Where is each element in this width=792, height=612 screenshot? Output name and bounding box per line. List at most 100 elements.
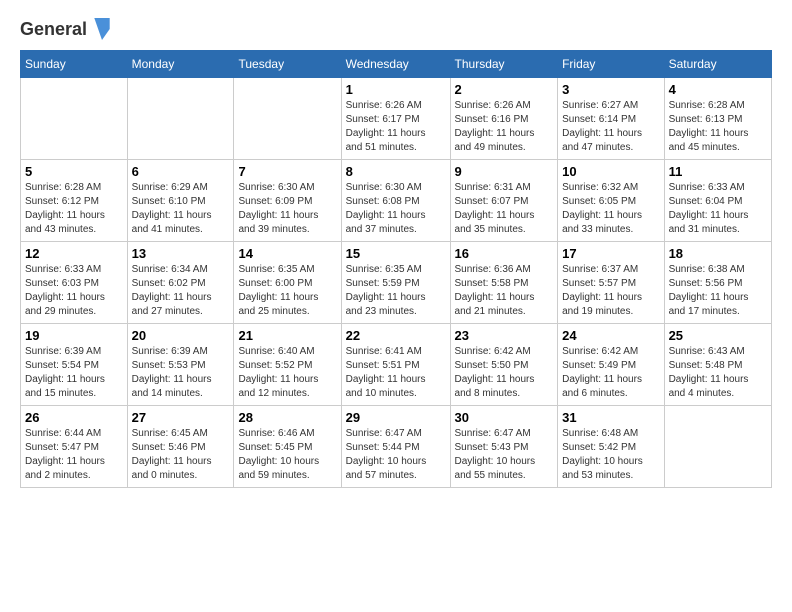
calendar-cell: 7Sunrise: 6:30 AM Sunset: 6:09 PM Daylig… xyxy=(234,160,341,242)
calendar-cell: 18 Sunrise: 6:38 AM Sunset: 5:56 PM Dayli… xyxy=(664,242,771,324)
day-number: 5 xyxy=(25,164,123,179)
day-info: Sunrise: 6:30 AM Sunset: 6:08 PM Dayligh… xyxy=(346,181,446,237)
calendar-cell: 9 Sunrise: 6:31 AM Sunset: 6:07 PM Daylig… xyxy=(450,160,558,242)
calendar-cell xyxy=(234,78,341,160)
calendar-cell: 16 Sunrise: 6:36 AM Sunset: 5:58 PM Dayli… xyxy=(450,242,558,324)
day-info: Sunrise: 6:32 AM Sunset: 6:05 PM Dayligh… xyxy=(562,181,659,237)
calendar-cell: 6 Sunrise: 6:29 AM Sunset: 6:10 PM Daylig… xyxy=(127,160,234,242)
calendar-cell: 12 Sunrise: 6:33 AM Sunset: 6:03 PM Dayli… xyxy=(21,242,128,324)
calendar-cell: 4Sunrise: 6:28 AM Sunset: 6:13 PM Daylig… xyxy=(664,78,771,160)
day-info: Sunrise: 6:42 AM Sunset: 5:49 PM Dayligh… xyxy=(562,345,659,401)
calendar-cell: 17 Sunrise: 6:37 AM Sunset: 5:57 PM Dayli… xyxy=(558,242,664,324)
calendar-cell: 15 Sunrise: 6:35 AM Sunset: 5:59 PM Dayli… xyxy=(341,242,450,324)
day-info: Sunrise: 6:44 AM Sunset: 5:47 PM Dayligh… xyxy=(25,427,123,483)
calendar-cell: 13Sunrise: 6:34 AM Sunset: 6:02 PM Dayli… xyxy=(127,242,234,324)
calendar-cell: 1 Sunrise: 6:26 AM Sunset: 6:17 PM Daylig… xyxy=(341,78,450,160)
page-header: General xyxy=(20,20,772,40)
calendar-cell: 22Sunrise: 6:41 AM Sunset: 5:51 PM Dayli… xyxy=(341,324,450,406)
calendar-cell: 19 Sunrise: 6:39 AM Sunset: 5:54 PM Dayli… xyxy=(21,324,128,406)
day-info: Sunrise: 6:29 AM Sunset: 6:10 PM Dayligh… xyxy=(132,181,230,237)
day-number: 10 xyxy=(562,164,659,179)
day-info: Sunrise: 6:45 AM Sunset: 5:46 PM Dayligh… xyxy=(132,427,230,483)
day-info: Sunrise: 6:27 AM Sunset: 6:14 PM Dayligh… xyxy=(562,99,659,155)
day-number: 27 xyxy=(132,410,230,425)
day-info: Sunrise: 6:26 AM Sunset: 6:16 PM Dayligh… xyxy=(455,99,554,155)
day-info: Sunrise: 6:42 AM Sunset: 5:50 PM Dayligh… xyxy=(455,345,554,401)
day-number: 18 xyxy=(669,246,767,261)
day-number: 4 xyxy=(669,82,767,97)
calendar-cell: 23 Sunrise: 6:42 AM Sunset: 5:50 PM Dayli… xyxy=(450,324,558,406)
calendar-cell: 5 Sunrise: 6:28 AM Sunset: 6:12 PM Daylig… xyxy=(21,160,128,242)
day-info: Sunrise: 6:26 AM Sunset: 6:17 PM Dayligh… xyxy=(346,99,446,155)
calendar-cell xyxy=(21,78,128,160)
calendar-cell: 14Sunrise: 6:35 AM Sunset: 6:00 PM Dayli… xyxy=(234,242,341,324)
day-info: Sunrise: 6:35 AM Sunset: 6:00 PM Dayligh… xyxy=(238,263,336,319)
day-number: 28 xyxy=(238,410,336,425)
day-number: 16 xyxy=(455,246,554,261)
calendar-cell: 3 Sunrise: 6:27 AM Sunset: 6:14 PM Daylig… xyxy=(558,78,664,160)
day-info: Sunrise: 6:33 AM Sunset: 6:04 PM Dayligh… xyxy=(669,181,767,237)
day-number: 29 xyxy=(346,410,446,425)
day-number: 23 xyxy=(455,328,554,343)
day-info: Sunrise: 6:39 AM Sunset: 5:53 PM Dayligh… xyxy=(132,345,230,401)
calendar-cell: 28 Sunrise: 6:46 AM Sunset: 5:45 PM Dayli… xyxy=(234,406,341,488)
day-info: Sunrise: 6:38 AM Sunset: 5:56 PM Dayligh… xyxy=(669,263,767,319)
day-number: 2 xyxy=(455,82,554,97)
day-number: 9 xyxy=(455,164,554,179)
day-number: 12 xyxy=(25,246,123,261)
day-number: 15 xyxy=(346,246,446,261)
calendar-cell: 11 Sunrise: 6:33 AM Sunset: 6:04 PM Dayli… xyxy=(664,160,771,242)
calendar-cell: 20 Sunrise: 6:39 AM Sunset: 5:53 PM Dayli… xyxy=(127,324,234,406)
day-info: Sunrise: 6:35 AM Sunset: 5:59 PM Dayligh… xyxy=(346,263,446,319)
calendar-cell: 2 Sunrise: 6:26 AM Sunset: 6:16 PM Daylig… xyxy=(450,78,558,160)
calendar-cell: 30 Sunrise: 6:47 AM Sunset: 5:43 PM Dayli… xyxy=(450,406,558,488)
calendar-cell xyxy=(127,78,234,160)
day-number: 31 xyxy=(562,410,659,425)
weekday-header: Friday xyxy=(558,51,664,78)
day-info: Sunrise: 6:48 AM Sunset: 5:42 PM Dayligh… xyxy=(562,427,659,483)
day-info: Sunrise: 6:37 AM Sunset: 5:57 PM Dayligh… xyxy=(562,263,659,319)
calendar-cell: 31 Sunrise: 6:48 AM Sunset: 5:42 PM Dayli… xyxy=(558,406,664,488)
weekday-header: Wednesday xyxy=(341,51,450,78)
logo: General xyxy=(20,20,110,40)
weekday-header: Thursday xyxy=(450,51,558,78)
calendar-table: SundayMondayTuesdayWednesdayThursdayFrid… xyxy=(20,50,772,488)
day-info: Sunrise: 6:31 AM Sunset: 6:07 PM Dayligh… xyxy=(455,181,554,237)
calendar-cell xyxy=(664,406,771,488)
weekday-header: Saturday xyxy=(664,51,771,78)
calendar-cell: 21Sunrise: 6:40 AM Sunset: 5:52 PM Dayli… xyxy=(234,324,341,406)
day-info: Sunrise: 6:47 AM Sunset: 5:43 PM Dayligh… xyxy=(455,427,554,483)
weekday-header: Monday xyxy=(127,51,234,78)
calendar-header: SundayMondayTuesdayWednesdayThursdayFrid… xyxy=(21,51,772,78)
calendar-cell: 26Sunrise: 6:44 AM Sunset: 5:47 PM Dayli… xyxy=(21,406,128,488)
day-number: 17 xyxy=(562,246,659,261)
day-number: 24 xyxy=(562,328,659,343)
day-number: 19 xyxy=(25,328,123,343)
calendar-cell: 29 Sunrise: 6:47 AM Sunset: 5:44 PM Dayli… xyxy=(341,406,450,488)
day-info: Sunrise: 6:46 AM Sunset: 5:45 PM Dayligh… xyxy=(238,427,336,483)
day-number: 20 xyxy=(132,328,230,343)
calendar-cell: 25 Sunrise: 6:43 AM Sunset: 5:48 PM Dayli… xyxy=(664,324,771,406)
day-info: Sunrise: 6:36 AM Sunset: 5:58 PM Dayligh… xyxy=(455,263,554,319)
day-number: 30 xyxy=(455,410,554,425)
logo-text: General xyxy=(20,20,110,40)
day-number: 25 xyxy=(669,328,767,343)
day-number: 6 xyxy=(132,164,230,179)
day-number: 13 xyxy=(132,246,230,261)
day-number: 11 xyxy=(669,164,767,179)
day-number: 7 xyxy=(238,164,336,179)
weekday-header: Sunday xyxy=(21,51,128,78)
day-number: 22 xyxy=(346,328,446,343)
calendar-cell: 10 Sunrise: 6:32 AM Sunset: 6:05 PM Dayli… xyxy=(558,160,664,242)
calendar-cell: 8Sunrise: 6:30 AM Sunset: 6:08 PM Daylig… xyxy=(341,160,450,242)
calendar-cell: 27 Sunrise: 6:45 AM Sunset: 5:46 PM Dayli… xyxy=(127,406,234,488)
day-info: Sunrise: 6:47 AM Sunset: 5:44 PM Dayligh… xyxy=(346,427,446,483)
day-number: 21 xyxy=(238,328,336,343)
day-number: 3 xyxy=(562,82,659,97)
day-info: Sunrise: 6:28 AM Sunset: 6:12 PM Dayligh… xyxy=(25,181,123,237)
weekday-header: Tuesday xyxy=(234,51,341,78)
day-info: Sunrise: 6:43 AM Sunset: 5:48 PM Dayligh… xyxy=(669,345,767,401)
day-number: 1 xyxy=(346,82,446,97)
day-info: Sunrise: 6:33 AM Sunset: 6:03 PM Dayligh… xyxy=(25,263,123,319)
day-info: Sunrise: 6:39 AM Sunset: 5:54 PM Dayligh… xyxy=(25,345,123,401)
